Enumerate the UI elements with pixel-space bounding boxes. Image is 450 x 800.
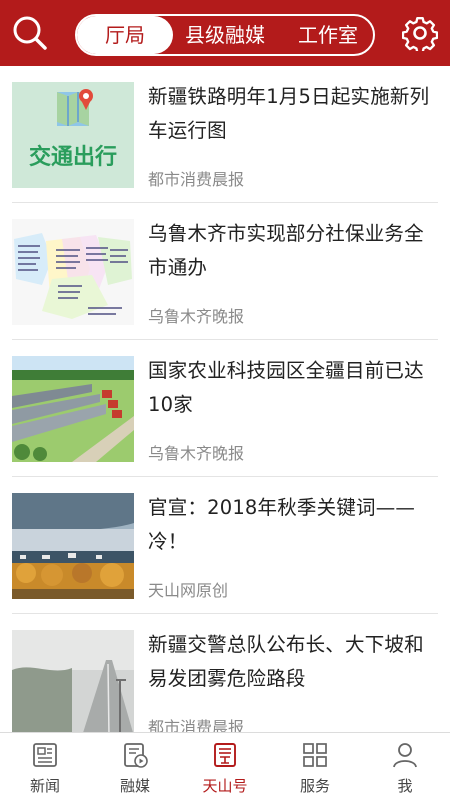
list-item[interactable]: 国家农业科技园区全疆目前已达10家 乌鲁木齐晚报 — [0, 340, 450, 477]
news-thumbnail — [12, 630, 134, 736]
tab-label: 我 — [397, 777, 413, 795]
bottom-tab-bar: 新闻 融媒 天山号 服务 我 — [0, 732, 450, 800]
list-item[interactable]: 交通出行 新疆铁路明年1月5日起实施新列车运行图 都市消费晨报 — [0, 66, 450, 203]
top-bar: 厅局 县级融媒 工作室 — [0, 0, 450, 66]
tab-studio[interactable]: 工作室 — [283, 16, 373, 54]
news-source: 乌鲁木齐晚报 — [148, 444, 245, 463]
channel-switcher: 厅局 县级融媒 工作室 — [75, 14, 375, 56]
newspaper-icon — [33, 743, 57, 767]
news-thumbnail — [12, 219, 134, 325]
list-item[interactable]: 官宣：2018年秋季关键词——冷！ 天山网原创 — [0, 477, 450, 614]
news-title[interactable]: 乌鲁木齐市实现部分社保业务全市通办 — [148, 217, 436, 285]
tab-label: 服务 — [299, 777, 330, 795]
tab-media[interactable]: 融媒 — [90, 733, 180, 800]
news-title[interactable]: 官宣：2018年秋季关键词——冷！ — [148, 491, 436, 559]
gear-icon — [401, 16, 439, 54]
news-thumbnail — [12, 493, 134, 599]
tab-label: 新闻 — [29, 777, 60, 795]
tab-tingju[interactable]: 厅局 — [77, 16, 173, 54]
tab-tianshan[interactable]: 天山号 — [180, 733, 270, 800]
tab-me[interactable]: 我 — [360, 733, 450, 800]
news-source: 乌鲁木齐晚报 — [148, 307, 245, 326]
news-title[interactable]: 国家农业科技园区全疆目前已达10家 — [148, 354, 436, 422]
tianshan-icon — [214, 743, 236, 767]
media-icon — [124, 743, 148, 768]
news-source: 天山网原创 — [148, 581, 229, 600]
news-thumbnail: 交通出行 — [12, 82, 134, 188]
tab-county-media[interactable]: 县级融媒 — [175, 16, 275, 54]
tab-news[interactable]: 新闻 — [0, 733, 90, 800]
news-thumbnail — [12, 356, 134, 462]
tab-service[interactable]: 服务 — [270, 733, 360, 800]
news-title[interactable]: 新疆铁路明年1月5日起实施新列车运行图 — [148, 80, 436, 148]
list-item[interactable]: 乌鲁木齐市实现部分社保业务全市通办 乌鲁木齐晚报 — [0, 203, 450, 340]
tab-label: 融媒 — [119, 777, 150, 795]
user-icon — [393, 743, 417, 768]
thumbnail-caption: 交通出行 — [29, 144, 117, 170]
list-item[interactable]: 新疆交警总队公布长、大下坡和易发团雾危险路段 都市消费晨报 — [0, 614, 450, 751]
news-title[interactable]: 新疆交警总队公布长、大下坡和易发团雾危险路段 — [148, 628, 436, 696]
search-button[interactable] — [12, 15, 48, 51]
settings-button[interactable] — [401, 15, 439, 54]
tab-label: 天山号 — [202, 777, 248, 795]
search-icon — [13, 16, 47, 50]
news-source: 都市消费晨报 — [148, 170, 245, 189]
grid-icon — [303, 743, 327, 767]
